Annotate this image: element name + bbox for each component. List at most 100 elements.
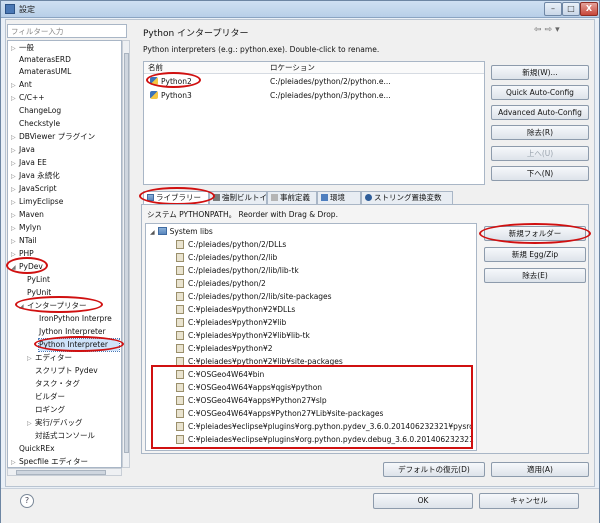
tree-item-general[interactable]: ▷ 一般 <box>11 42 34 54</box>
remove-interpreter-button[interactable]: 除去(R) <box>491 125 589 140</box>
tree-item-maven[interactable]: ▷ Maven <box>11 209 44 221</box>
tab-environment[interactable]: 環境 <box>317 191 361 204</box>
collapse-arrow-icon[interactable]: ◢ <box>19 301 27 313</box>
tree-item-pylint[interactable]: PyLint <box>27 274 50 286</box>
tree-item-script-pydev[interactable]: スクリプト Pydev <box>35 365 98 377</box>
column-header-name[interactable]: 名前 <box>148 62 163 74</box>
remove-library-button[interactable]: 除去(E) <box>484 268 586 283</box>
tree-item-python-interpreter[interactable]: Python Interpreter <box>38 338 120 352</box>
collapse-arrow-icon[interactable]: ◢ <box>11 262 19 274</box>
tree-item-ntail[interactable]: ▷ NTail <box>11 235 37 247</box>
tree-item-mylyn[interactable]: ▷ Mylyn <box>11 222 41 234</box>
expand-arrow-icon[interactable]: ▷ <box>11 43 19 55</box>
tree-item-task-tags[interactable]: タスク・タグ <box>35 378 80 390</box>
quick-auto-config-button[interactable]: Quick Auto-Config <box>491 85 589 100</box>
tree-item-php[interactable]: ▷ PHP <box>11 248 34 260</box>
maximize-button[interactable]: □ <box>562 2 580 16</box>
tree-item-interactive-console[interactable]: 対話式コンソール <box>35 430 95 442</box>
expand-arrow-icon[interactable]: ▷ <box>11 93 19 105</box>
tree-item-dbviewer[interactable]: ▷ DBViewer プラグイン <box>11 131 95 143</box>
expand-arrow-icon[interactable]: ▷ <box>11 197 19 209</box>
expand-arrow-icon[interactable]: ▷ <box>11 171 19 183</box>
column-header-location[interactable]: ロケーション <box>270 62 315 74</box>
expand-arrow-icon[interactable]: ▷ <box>11 223 19 235</box>
table-row[interactable]: Python2 <box>150 76 192 88</box>
new-folder-button[interactable]: 新規フォルダー <box>484 226 586 241</box>
system-libs-node[interactable]: ◢ System libs <box>150 226 213 239</box>
tab-string-substitution[interactable]: ストリング置換変数 <box>361 191 453 204</box>
cancel-button[interactable]: キャンセル <box>479 493 579 509</box>
expand-arrow-icon[interactable]: ▷ <box>27 353 35 365</box>
list-item[interactable]: C:¥pleiades¥python¥2¥DLLs <box>176 304 295 316</box>
list-item[interactable]: C:¥OSGeo4W64¥apps¥Python27¥Lib¥site-pack… <box>176 408 383 420</box>
view-menu-icon[interactable]: ▾ <box>555 25 563 35</box>
tree-item-javascript[interactable]: ▷ JavaScript <box>11 183 57 195</box>
tree-item-java[interactable]: ▷ Java <box>11 144 35 156</box>
expand-arrow-icon[interactable]: ▷ <box>11 145 19 157</box>
tree-item-run-debug[interactable]: ▷ 実行/デバッグ <box>27 417 83 429</box>
tree-item-builders[interactable]: ビルダー <box>35 391 65 403</box>
list-item[interactable]: C:/pleiades/python/2/lib <box>176 252 277 264</box>
list-item[interactable]: C:/pleiades/python/2/lib/site-packages <box>176 291 332 303</box>
forward-arrow-icon[interactable]: ⇨ <box>545 25 556 35</box>
list-item[interactable]: C:¥OSGeo4W64¥apps¥qgis¥python <box>176 382 322 394</box>
expand-arrow-icon[interactable]: ▷ <box>11 184 19 196</box>
list-item[interactable]: C:/pleiades/python/2 <box>176 278 266 290</box>
tree-item-ant[interactable]: ▷ Ant <box>11 79 32 91</box>
ok-button[interactable]: OK <box>373 493 473 509</box>
expand-arrow-icon[interactable]: ▷ <box>11 210 19 222</box>
list-item[interactable]: C:¥pleiades¥python¥2¥lib <box>176 317 286 329</box>
tree-item-jython[interactable]: Jython Interpreter <box>39 326 106 338</box>
tree-item-amateraserd[interactable]: AmaterasERD <box>19 54 71 66</box>
scrollbar-thumb[interactable] <box>16 470 106 475</box>
tree-item-interpreters[interactable]: ◢ インタープリター <box>19 300 87 312</box>
move-down-button[interactable]: 下へ(N) <box>491 166 589 181</box>
list-item[interactable]: C:/pleiades/python/2/DLLs <box>176 239 286 251</box>
help-icon[interactable]: ? <box>20 494 34 508</box>
back-arrow-icon[interactable]: ⇦ <box>534 25 545 35</box>
expand-arrow-icon[interactable]: ▷ <box>27 418 35 430</box>
tree-vertical-scrollbar[interactable] <box>122 40 130 468</box>
tree-horizontal-scrollbar[interactable] <box>7 468 122 476</box>
minimize-button[interactable]: – <box>544 2 562 16</box>
tree-item-changelog[interactable]: ChangeLog <box>19 105 61 117</box>
new-egg-zip-button[interactable]: 新規 Egg/Zip <box>484 247 586 262</box>
tree-item-pydev[interactable]: ◢ PyDev <box>11 261 43 273</box>
list-item[interactable]: C:¥pleiades¥python¥2¥lib¥lib-tk <box>176 330 310 342</box>
list-item[interactable]: C:¥OSGeo4W64¥apps¥Python27¥slp <box>176 395 327 407</box>
list-item[interactable]: C:¥pleiades¥eclipse¥plugins¥org.python.p… <box>176 434 474 446</box>
tree-item-quickrex[interactable]: QuickREx <box>19 443 55 455</box>
expand-arrow-icon[interactable]: ▷ <box>11 132 19 144</box>
scrollbar-thumb[interactable] <box>124 53 129 453</box>
table-row[interactable]: Python3 <box>150 90 192 102</box>
tree-item-editor[interactable]: ▷ エディター <box>27 352 72 364</box>
tab-predefined[interactable]: 事前定義 <box>267 191 317 204</box>
tree-item-amaterasuml[interactable]: AmaterasUML <box>19 66 71 78</box>
apply-button[interactable]: 適用(A) <box>491 462 589 477</box>
list-item[interactable]: C:¥pleiades¥python¥2 <box>176 343 273 355</box>
tree-item-ironpython[interactable]: IronPython Interpre <box>39 313 112 325</box>
filter-input[interactable]: フィルター入力 <box>7 24 127 38</box>
list-item[interactable]: C:/pleiades/python/2/lib/lib-tk <box>176 265 299 277</box>
list-item[interactable]: C:¥OSGeo4W64¥bin <box>176 369 264 381</box>
tree-item-cpp[interactable]: ▷ C/C++ <box>11 92 45 104</box>
expand-arrow-icon[interactable]: ▷ <box>11 236 19 248</box>
expand-arrow-icon[interactable]: ▷ <box>11 249 19 261</box>
collapse-arrow-icon[interactable]: ◢ <box>150 229 155 236</box>
list-item[interactable]: C:¥pleiades¥eclipse¥plugins¥org.python.p… <box>176 421 473 433</box>
advanced-auto-config-button[interactable]: Advanced Auto-Config <box>491 105 589 120</box>
restore-defaults-button[interactable]: デフォルトの復元(D) <box>383 462 485 477</box>
tree-item-specfile-editor[interactable]: ▷ Specfile エディター <box>11 456 88 467</box>
list-item[interactable]: C:¥pleiades¥python¥2¥lib¥site-packages <box>176 356 343 368</box>
new-interpreter-button[interactable]: 新規(W)... <box>491 65 589 80</box>
expand-arrow-icon[interactable]: ▷ <box>11 158 19 170</box>
tree-item-pyunit[interactable]: PyUnit <box>27 287 51 299</box>
tree-item-logging[interactable]: ロギング <box>35 404 65 416</box>
tree-item-java-persistence[interactable]: ▷ Java 永続化 <box>11 170 60 182</box>
move-up-button[interactable]: 上へ(U) <box>491 146 589 161</box>
expand-arrow-icon[interactable]: ▷ <box>11 80 19 92</box>
close-button[interactable]: X <box>580 2 598 16</box>
tree-item-limyeclipse[interactable]: ▷ LimyEclipse <box>11 196 63 208</box>
tree-item-javaee[interactable]: ▷ Java EE <box>11 157 47 169</box>
tree-item-checkstyle[interactable]: Checkstyle <box>19 118 60 130</box>
